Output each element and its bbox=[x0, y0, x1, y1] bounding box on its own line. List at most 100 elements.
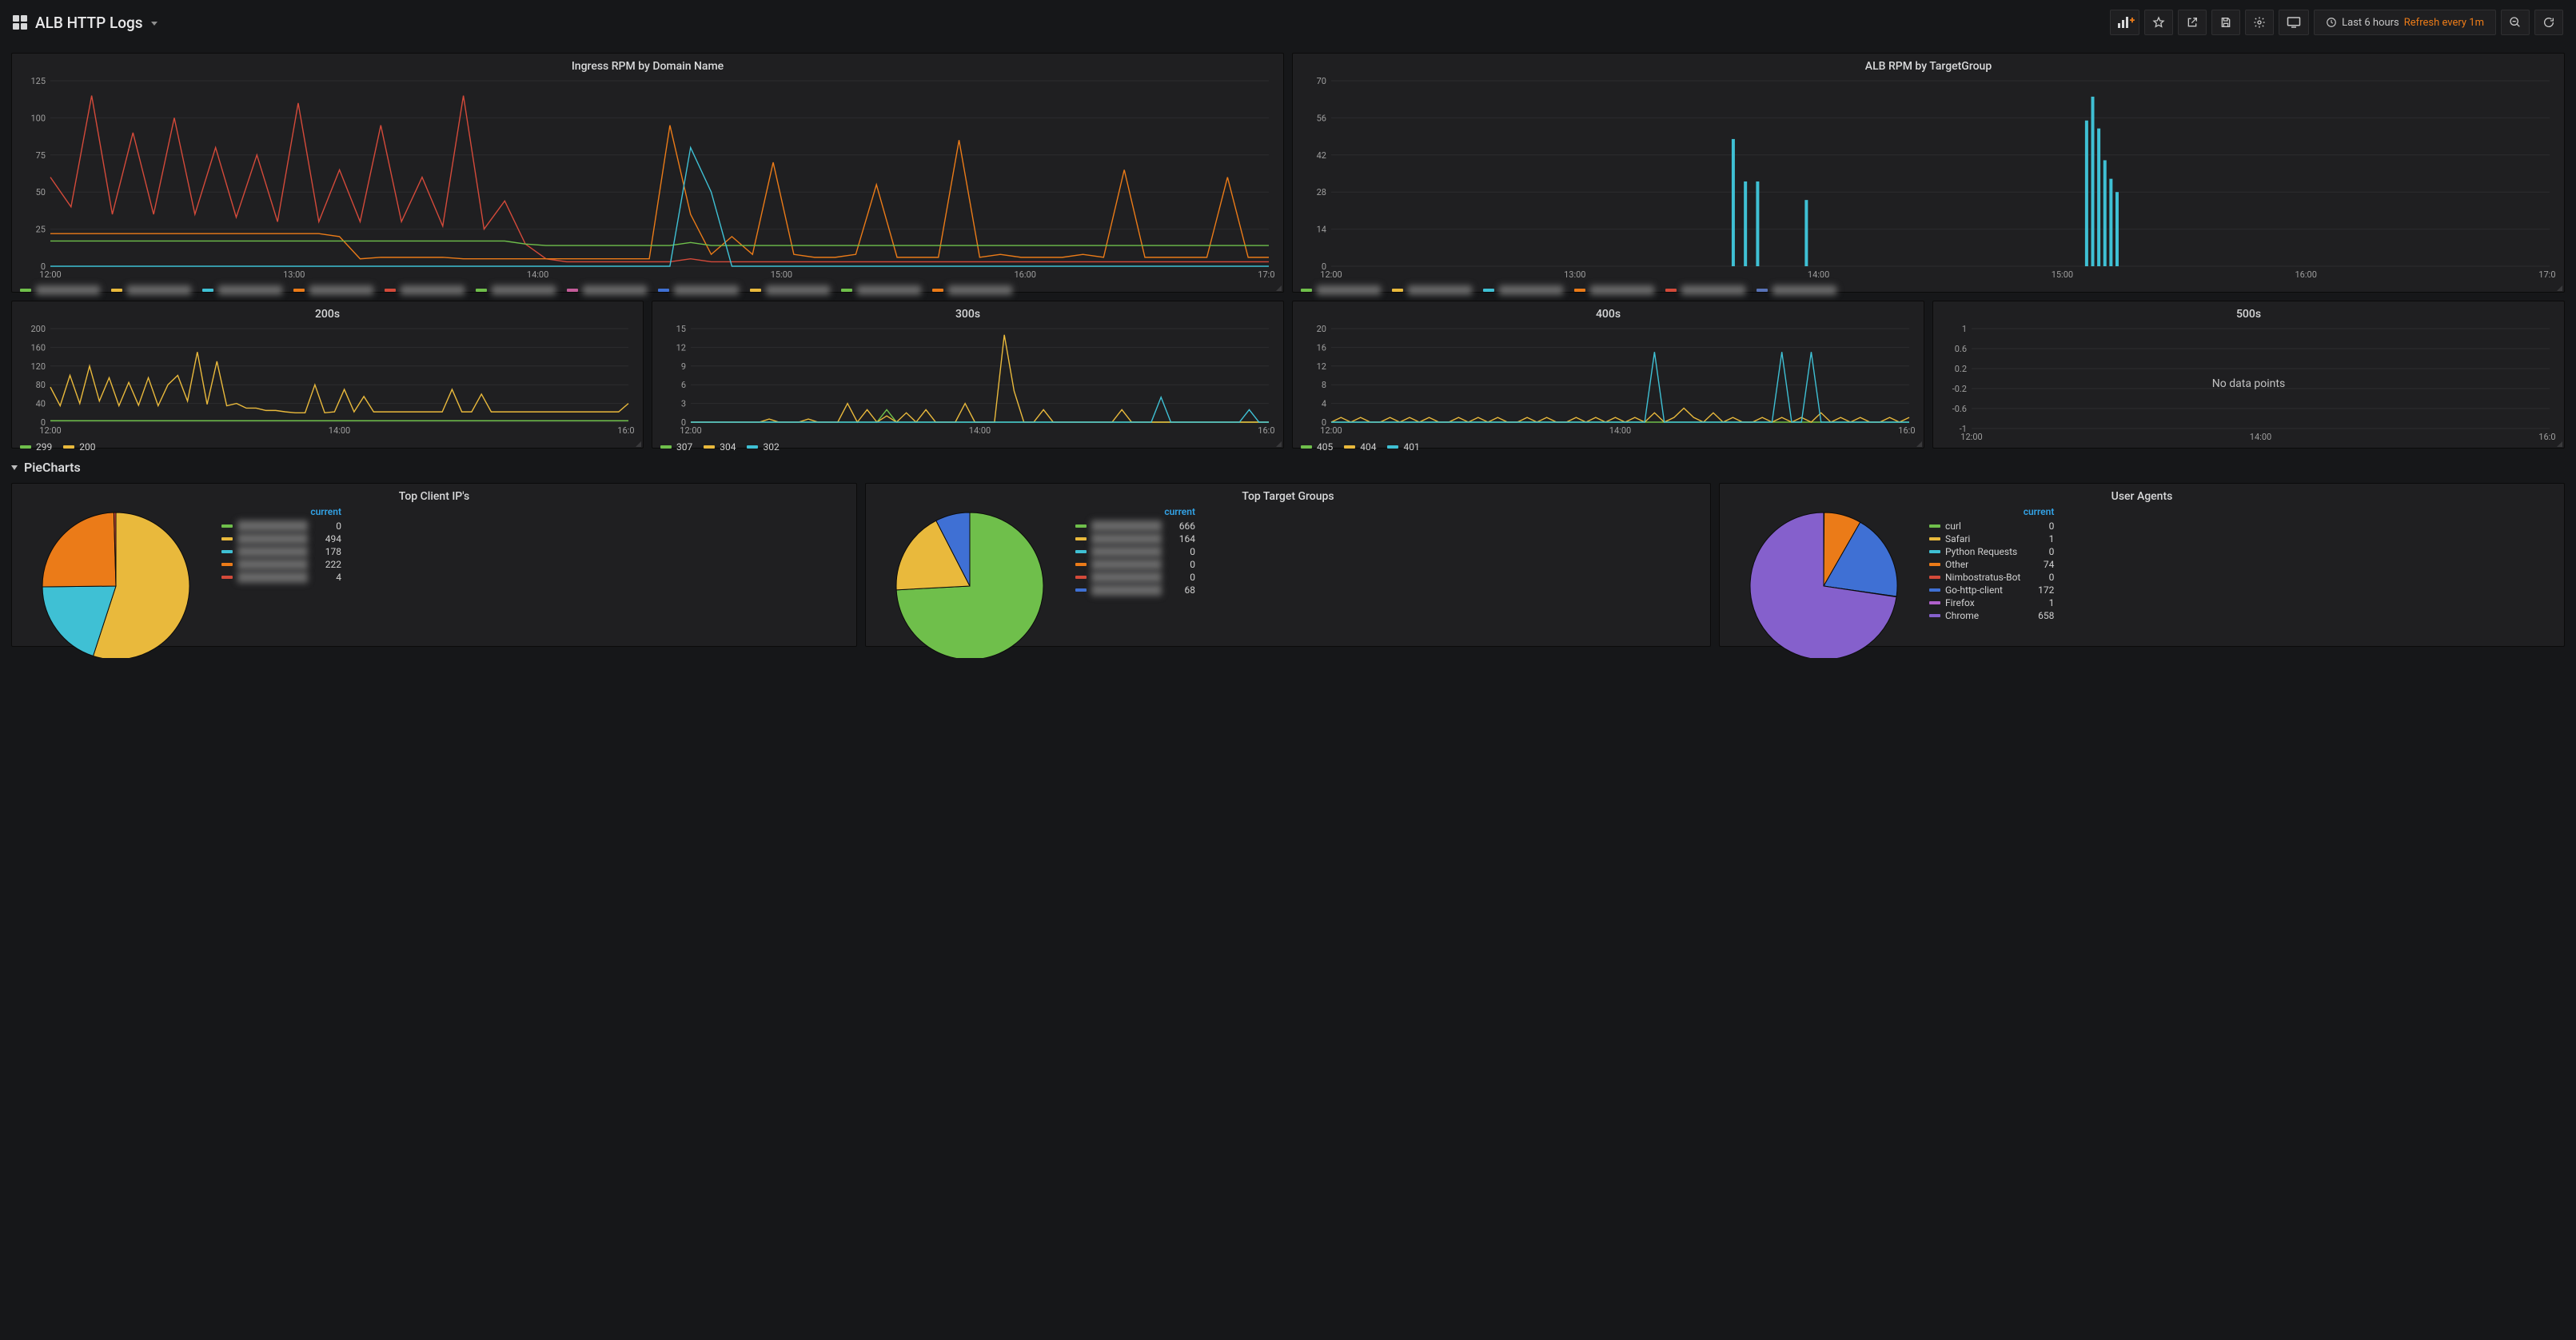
bars-plus-icon: + bbox=[2118, 17, 2131, 28]
chart-200s[interactable]: 0408012016020012:0014:0016:00 bbox=[20, 324, 635, 437]
svg-text:15: 15 bbox=[676, 324, 686, 334]
svg-text:16:00: 16:00 bbox=[1258, 425, 1275, 436]
svg-text:17:00: 17:00 bbox=[1258, 269, 1275, 280]
dashboard-title-dropdown[interactable]: ALB HTTP Logs bbox=[13, 14, 158, 32]
svg-text:200: 200 bbox=[30, 324, 46, 334]
svg-text:9: 9 bbox=[681, 361, 686, 372]
svg-text:12:00: 12:00 bbox=[1320, 269, 1342, 280]
svg-text:3: 3 bbox=[681, 399, 686, 409]
dashboard-title: ALB HTTP Logs bbox=[35, 14, 143, 32]
resize-handle-icon[interactable] bbox=[2557, 441, 2562, 447]
pie-chart-ip[interactable] bbox=[20, 506, 212, 658]
save-button[interactable] bbox=[2211, 10, 2240, 35]
settings-button[interactable] bbox=[2245, 10, 2274, 35]
no-data-label: No data points bbox=[1941, 324, 2556, 443]
panel-title: User Agents bbox=[1728, 490, 2556, 503]
panel-title: 200s bbox=[20, 308, 635, 321]
resize-handle-icon[interactable] bbox=[1276, 285, 1282, 291]
pie-legend-tg: currenthidden666hidden164hidden0hidden0h… bbox=[1075, 506, 1195, 597]
svg-text:12:00: 12:00 bbox=[39, 269, 61, 280]
legend-ingress: hiddenhiddenhiddenhiddenhiddenhiddenhidd… bbox=[20, 281, 1275, 297]
svg-text:4: 4 bbox=[1322, 399, 1326, 409]
svg-text:125: 125 bbox=[30, 76, 46, 86]
svg-text:12: 12 bbox=[676, 342, 686, 353]
panel-title: ALB RPM by TargetGroup bbox=[1301, 60, 2556, 73]
chart-300s[interactable]: 0369121512:0014:0016:00 bbox=[660, 324, 1275, 437]
resize-handle-icon[interactable] bbox=[1916, 441, 1922, 447]
chart-targetgroup[interactable]: 0142842567012:0013:0014:0015:0016:0017:0… bbox=[1301, 76, 2556, 281]
panel-200s[interactable]: 200s 0408012016020012:0014:0016:00 29920… bbox=[11, 301, 644, 449]
refresh-interval-label: Refresh every 1m bbox=[2404, 17, 2484, 29]
resize-handle-icon[interactable] bbox=[1276, 441, 1282, 447]
svg-text:6: 6 bbox=[681, 380, 686, 390]
pie-legend-ip: currenthidden0hidden494hidden178hidden22… bbox=[221, 506, 341, 584]
svg-text:80: 80 bbox=[36, 380, 46, 390]
panel-user-agents[interactable]: User Agents currentcurl0Safari1Python Re… bbox=[1719, 483, 2565, 647]
svg-text:14:00: 14:00 bbox=[329, 425, 350, 436]
svg-text:50: 50 bbox=[36, 187, 46, 197]
resize-handle-icon[interactable] bbox=[636, 441, 641, 447]
pie-chart-ua[interactable] bbox=[1728, 506, 1920, 658]
zoom-out-icon bbox=[2509, 16, 2522, 29]
resize-handle-icon[interactable] bbox=[2557, 285, 2562, 291]
legend-200s: 299200 bbox=[20, 437, 635, 454]
pie-chart-tg[interactable] bbox=[874, 506, 1066, 658]
panel-title: Top Target Groups bbox=[874, 490, 1702, 503]
svg-text:56: 56 bbox=[1317, 113, 1326, 123]
svg-text:12: 12 bbox=[1317, 361, 1326, 372]
svg-text:40: 40 bbox=[36, 399, 46, 409]
panel-300s[interactable]: 300s 0369121512:0014:0016:00 307304302 bbox=[652, 301, 1284, 449]
star-button[interactable] bbox=[2144, 10, 2173, 35]
row-header-piecharts[interactable]: PieCharts bbox=[11, 460, 2565, 475]
chart-500s[interactable]: No data points -1-0.6-0.20.20.6112:0014:… bbox=[1941, 324, 2556, 443]
svg-text:13:00: 13:00 bbox=[283, 269, 305, 280]
svg-text:16:00: 16:00 bbox=[617, 425, 635, 436]
svg-text:12:00: 12:00 bbox=[680, 425, 701, 436]
svg-text:15:00: 15:00 bbox=[2052, 269, 2073, 280]
svg-text:120: 120 bbox=[30, 361, 46, 372]
panel-ingress-rpm[interactable]: Ingress RPM by Domain Name 0255075100125… bbox=[11, 53, 1284, 293]
add-panel-button[interactable]: + bbox=[2110, 10, 2139, 35]
panel-title: Top Client IP's bbox=[20, 490, 848, 503]
svg-text:20: 20 bbox=[1317, 324, 1326, 334]
caret-down-icon bbox=[151, 22, 158, 26]
svg-text:100: 100 bbox=[30, 113, 46, 123]
pie-legend-ua: currentcurl0Safari1Python Requests0Other… bbox=[1929, 506, 2054, 623]
svg-text:14: 14 bbox=[1317, 225, 1326, 235]
row-header-label: PieCharts bbox=[24, 460, 81, 475]
svg-text:25: 25 bbox=[36, 225, 46, 235]
share-button[interactable] bbox=[2178, 10, 2207, 35]
svg-text:16:00: 16:00 bbox=[1014, 269, 1035, 280]
panel-top-client-ips[interactable]: Top Client IP's currenthidden0hidden494h… bbox=[11, 483, 857, 647]
dashboard-grid: Ingress RPM by Domain Name 0255075100125… bbox=[0, 53, 2576, 661]
panel-title: 300s bbox=[660, 308, 1275, 321]
svg-text:17:00: 17:00 bbox=[2538, 269, 2556, 280]
refresh-button[interactable] bbox=[2534, 10, 2563, 35]
panel-title: 500s bbox=[1941, 308, 2556, 321]
panel-title: Ingress RPM by Domain Name bbox=[20, 60, 1275, 73]
svg-text:16:00: 16:00 bbox=[1898, 425, 1916, 436]
svg-text:42: 42 bbox=[1317, 150, 1326, 161]
chevron-down-icon bbox=[11, 465, 18, 470]
svg-text:16: 16 bbox=[1317, 342, 1326, 353]
chart-400s[interactable]: 04812162012:0014:0016:00 bbox=[1301, 324, 1916, 437]
panel-top-target-groups[interactable]: Top Target Groups currenthidden666hidden… bbox=[865, 483, 1711, 647]
top-navbar: ALB HTTP Logs + Last 6 hours Refresh eve… bbox=[0, 0, 2576, 45]
panel-alb-targetgroup[interactable]: ALB RPM by TargetGroup 0142842567012:001… bbox=[1292, 53, 2565, 293]
legend-400s: 405404401 bbox=[1301, 437, 1916, 454]
panel-400s[interactable]: 400s 04812162012:0014:0016:00 405404401 bbox=[1292, 301, 1924, 449]
svg-text:8: 8 bbox=[1322, 380, 1326, 390]
zoom-out-button[interactable] bbox=[2501, 10, 2530, 35]
svg-text:12:00: 12:00 bbox=[1320, 425, 1342, 436]
panel-500s[interactable]: 500s No data points -1-0.6-0.20.20.6112:… bbox=[1932, 301, 2565, 449]
tv-mode-button[interactable] bbox=[2279, 10, 2309, 35]
refresh-icon bbox=[2542, 16, 2555, 29]
time-range-picker[interactable]: Last 6 hours Refresh every 1m bbox=[2314, 10, 2496, 35]
svg-text:16:00: 16:00 bbox=[2295, 269, 2316, 280]
gear-icon bbox=[2253, 16, 2266, 29]
legend-targetgroup: hiddenhiddenhiddenhiddenhiddenhidden bbox=[1301, 281, 2556, 297]
svg-text:14:00: 14:00 bbox=[1808, 269, 1829, 280]
panel-title: 400s bbox=[1301, 308, 1916, 321]
svg-text:14:00: 14:00 bbox=[527, 269, 548, 280]
chart-ingress[interactable]: 025507510012512:0013:0014:0015:0016:0017… bbox=[20, 76, 1275, 281]
